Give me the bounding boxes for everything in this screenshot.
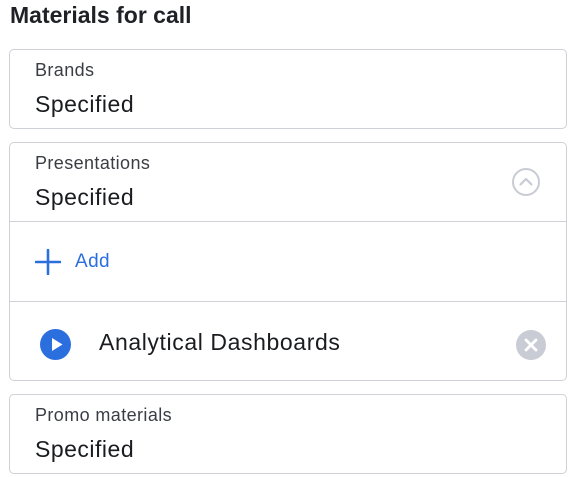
presentations-value: Specified bbox=[35, 184, 135, 210]
list-item[interactable]: Analytical Dashboards bbox=[40, 327, 546, 361]
promo-materials-field[interactable]: Promo materials Specified bbox=[9, 394, 567, 474]
page-title: Materials for call bbox=[10, 2, 192, 28]
add-label: Add bbox=[75, 251, 111, 272]
promo-materials-value: Specified bbox=[35, 436, 135, 462]
plus-icon bbox=[35, 249, 61, 275]
promo-materials-label: Promo materials bbox=[35, 405, 173, 425]
brands-field[interactable]: Brands Specified bbox=[9, 49, 567, 129]
divider bbox=[10, 301, 566, 302]
divider bbox=[10, 221, 566, 222]
brands-value: Specified bbox=[35, 91, 135, 117]
presentations-field: Presentations Specified Add Analytical D… bbox=[9, 142, 567, 381]
presentation-item-label: Analytical Dashboards bbox=[99, 329, 341, 355]
brands-label: Brands bbox=[35, 60, 95, 80]
close-circle-icon[interactable] bbox=[516, 330, 546, 360]
presentations-label: Presentations bbox=[35, 153, 151, 173]
play-circle-icon[interactable] bbox=[40, 329, 71, 360]
chevron-up-circle-icon[interactable] bbox=[512, 168, 540, 196]
add-presentation-button[interactable]: Add bbox=[35, 247, 110, 277]
